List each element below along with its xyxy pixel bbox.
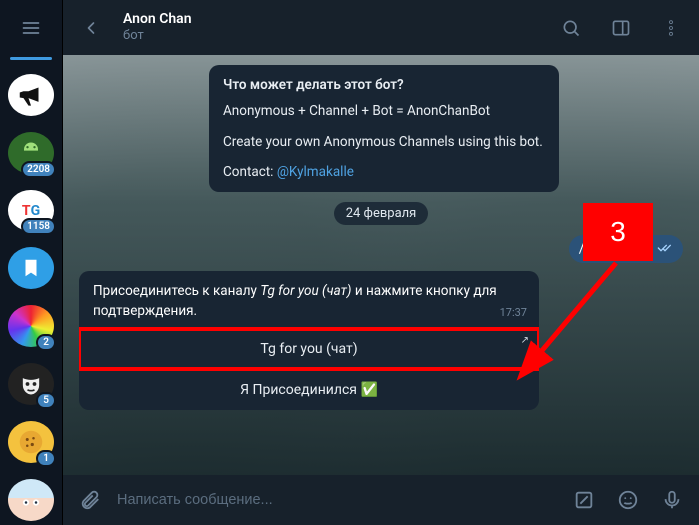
menu-button[interactable]: [0, 0, 63, 55]
chat-subtitle: бот: [123, 28, 539, 44]
sidebar-item-cookie[interactable]: 1: [8, 421, 54, 463]
inline-buttons-row2: Я Присоединился ✅: [79, 369, 539, 410]
bot-info-card: Что может делать этот бот? Anonymous + C…: [209, 65, 559, 192]
main-panel: Anon Chan бот Что может делать этот бот?…: [63, 0, 699, 525]
incoming-message: Присоединитесь к каналу Tg for you (чат)…: [79, 271, 539, 410]
unread-badge: 2: [36, 334, 54, 351]
bot-commands-button[interactable]: [567, 483, 601, 517]
incoming-channel-name: Tg for you (чат): [260, 283, 351, 299]
info-line2: Create your own Anonymous Channels using…: [223, 132, 545, 152]
annotation-arrow-icon: [511, 255, 631, 385]
join-channel-button[interactable]: Tg for you (чат) ↗: [79, 329, 539, 369]
back-button[interactable]: [73, 10, 109, 46]
sidebar-item-palette[interactable]: 2: [8, 305, 54, 347]
app-root: 2208 TG 1158 2 5 1: [0, 0, 699, 525]
active-chat-indicator: [10, 57, 52, 60]
more-button[interactable]: [653, 10, 689, 46]
info-contact: Contact: @Kylmakalle: [223, 162, 545, 182]
unread-badge: 5: [36, 392, 54, 409]
sidebar-item-face[interactable]: [8, 479, 54, 521]
chat-title-block[interactable]: Anon Chan бот: [123, 11, 539, 43]
chat-title: Anon Chan: [123, 11, 539, 28]
confirm-joined-button[interactable]: Я Присоединился ✅: [79, 370, 539, 410]
attach-button[interactable]: [73, 483, 107, 517]
check-emoji: ✅: [360, 382, 377, 398]
chat-header: Anon Chan бот: [63, 0, 699, 55]
search-button[interactable]: [553, 10, 589, 46]
chat-list: 2208 TG 1158 2 5 1: [8, 55, 54, 525]
sidebar-item-megaphone[interactable]: [8, 74, 54, 116]
sidebar-item-saved[interactable]: [8, 247, 54, 289]
emoji-button[interactable]: [611, 483, 645, 517]
unread-badge: 2208: [21, 161, 54, 178]
voice-button[interactable]: [655, 483, 689, 517]
incoming-text: Присоединитесь к каналу Tg for you (чат)…: [79, 271, 539, 328]
sidepanel-button[interactable]: [603, 10, 639, 46]
info-line1: Anonymous + Channel + Bot = AnonChanBot: [223, 101, 545, 121]
info-heading: Что может делать этот бот?: [223, 75, 545, 95]
unread-badge: 1158: [21, 218, 54, 235]
read-ticks-icon: [657, 243, 673, 253]
sidebar: 2208 TG 1158 2 5 1: [0, 0, 63, 525]
unread-badge: 1: [36, 450, 54, 467]
message-input[interactable]: [117, 492, 557, 508]
chat-area: Что может делать этот бот? Anonymous + C…: [63, 55, 699, 475]
sidebar-item-android[interactable]: 2208: [8, 132, 54, 174]
annotation-callout: 3: [583, 203, 653, 261]
sidebar-item-tg[interactable]: TG 1158: [8, 190, 54, 232]
date-separator: 24 февраля: [334, 202, 429, 225]
composer: [63, 475, 699, 525]
sidebar-item-mask[interactable]: 5: [8, 363, 54, 405]
inline-buttons-row1: Tg for you (чат) ↗: [79, 328, 539, 369]
contact-link[interactable]: @Kylmakalle: [277, 164, 354, 180]
